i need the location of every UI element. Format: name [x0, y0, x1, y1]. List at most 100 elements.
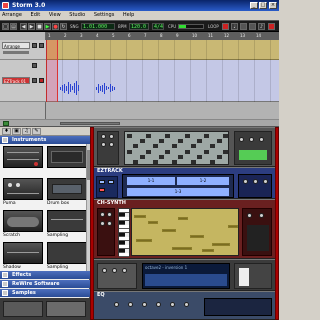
instrument-thumbnail[interactable]: [3, 146, 43, 168]
sync-icon[interactable]: [240, 23, 247, 30]
drum-step[interactable]: [171, 160, 177, 164]
maximize-button[interactable]: □: [259, 2, 267, 9]
instrument-thumbnail[interactable]: [3, 178, 43, 200]
instrument-thumbnail[interactable]: [47, 242, 87, 264]
arp-knob[interactable]: [122, 268, 127, 273]
piano-roll-note[interactable]: [212, 243, 230, 246]
eztrack-sequence[interactable]: 1-1 1-2 1-3: [122, 174, 234, 198]
synth-knob[interactable]: [247, 213, 252, 218]
instrument-thumbnail[interactable]: [47, 210, 87, 232]
synth-knob[interactable]: [100, 212, 105, 217]
eztrack-knob[interactable]: [263, 179, 268, 184]
track-name[interactable]: EZTrack 01: [2, 77, 30, 84]
effects-category[interactable]: Effects: [0, 271, 90, 279]
samples-category[interactable]: Samples: [0, 289, 90, 297]
eq-curve-display[interactable]: [204, 298, 272, 316]
signature-display[interactable]: 4/4: [152, 23, 164, 30]
menu-studio[interactable]: Studio: [69, 12, 85, 18]
eq-knob[interactable]: [128, 302, 133, 307]
instrument-thumbnail[interactable]: [3, 242, 43, 264]
forward-icon[interactable]: ▶: [28, 23, 35, 30]
drum-step[interactable]: [178, 154, 184, 159]
play-icon[interactable]: ▶: [44, 23, 51, 30]
drum-step[interactable]: [178, 139, 184, 144]
solo-icon[interactable]: [39, 43, 44, 48]
track-volume-slider[interactable]: [3, 51, 29, 54]
browser-tab-icon[interactable]: ♦: [2, 128, 11, 135]
drum-step[interactable]: [159, 154, 164, 159]
synth-knob[interactable]: [259, 213, 264, 218]
piano-roll-note[interactable]: [190, 235, 204, 238]
record-arm-icon[interactable]: [39, 78, 44, 83]
add-icon[interactable]: [3, 121, 9, 126]
drum-step[interactable]: [165, 134, 171, 138]
drum-knob[interactable]: [249, 137, 254, 142]
arrangement-lane-2[interactable]: [46, 60, 279, 102]
drum-step[interactable]: [216, 154, 222, 159]
drum-step[interactable]: [133, 144, 139, 149]
arp-pattern[interactable]: [145, 274, 227, 286]
browser-tab-icon[interactable]: ▣: [12, 128, 21, 135]
drum-step[interactable]: [146, 149, 152, 154]
arrangement-lane-1[interactable]: [46, 40, 279, 60]
metronome-icon[interactable]: ♩: [231, 23, 238, 30]
stop-icon[interactable]: ■: [36, 23, 43, 30]
drum-step[interactable]: [191, 160, 196, 164]
drum-step[interactable]: [210, 144, 216, 149]
piano-roll-note[interactable]: [172, 247, 192, 250]
piano-roll-note[interactable]: [178, 217, 188, 220]
track-header-2[interactable]: EZTrack 01: [0, 60, 46, 102]
synth-knob[interactable]: [107, 221, 112, 226]
piano-roll[interactable]: [131, 208, 239, 256]
menu-edit[interactable]: Edit: [31, 12, 41, 18]
menu-help[interactable]: Help: [123, 12, 134, 18]
open-icon[interactable]: ▤: [10, 23, 17, 30]
piano-key[interactable]: [119, 253, 129, 257]
instruments-category[interactable]: Instruments: [0, 136, 90, 144]
eq-knob[interactable]: [184, 302, 189, 307]
drum-step[interactable]: [223, 149, 228, 154]
overdub-icon[interactable]: [249, 23, 256, 30]
loop-icon[interactable]: ↻: [60, 23, 67, 30]
eztrack-knob[interactable]: [253, 179, 258, 184]
drum-step[interactable]: [152, 144, 158, 149]
instrument-item[interactable]: Drum box Puma: [3, 178, 87, 209]
drum-step[interactable]: [133, 160, 139, 164]
eztrack-pad[interactable]: [99, 180, 105, 184]
piano-roll-note[interactable]: [228, 225, 238, 228]
new-icon[interactable]: □: [2, 23, 9, 30]
drum-knob[interactable]: [239, 137, 244, 142]
record-mode-icon[interactable]: [222, 23, 229, 30]
eq-knob[interactable]: [142, 302, 147, 307]
drum-step[interactable]: [165, 149, 171, 154]
drum-step[interactable]: [127, 134, 132, 138]
arp-knob[interactable]: [112, 268, 117, 273]
drum-step[interactable]: [152, 160, 158, 164]
drum-step[interactable]: [191, 144, 196, 149]
piano-keyboard[interactable]: [118, 208, 130, 257]
browser-tab-icon[interactable]: ♫: [22, 128, 31, 135]
master-icon[interactable]: [268, 23, 275, 30]
drum-knob[interactable]: [101, 142, 106, 147]
drum-step[interactable]: [139, 139, 145, 144]
instrument-thumbnail[interactable]: [47, 146, 87, 168]
selection-range[interactable]: [46, 40, 58, 102]
menu-settings[interactable]: Settings: [94, 12, 115, 18]
close-button[interactable]: ×: [269, 2, 277, 9]
drum-knob[interactable]: [109, 134, 114, 139]
click-icon[interactable]: ♪: [258, 23, 265, 30]
instrument-item[interactable]: Scratch Sampling: [3, 210, 87, 241]
drum-step[interactable]: [139, 154, 145, 159]
menu-view[interactable]: View: [49, 12, 61, 18]
synth-knob[interactable]: [107, 212, 112, 217]
eztrack-pad[interactable]: [108, 180, 114, 184]
arp-display[interactable]: octave2 - inversion 1: [142, 263, 230, 289]
drum-step[interactable]: [223, 134, 228, 138]
menu-arrange[interactable]: Arrange: [2, 12, 22, 18]
drum-step[interactable]: [146, 134, 152, 138]
track-name[interactable]: Arrange: [2, 42, 30, 49]
drum-step[interactable]: [203, 149, 209, 154]
piano-roll-note[interactable]: [162, 229, 176, 232]
drum-pattern-grid[interactable]: [124, 131, 229, 165]
arrangement-empty-area[interactable]: [46, 102, 279, 119]
